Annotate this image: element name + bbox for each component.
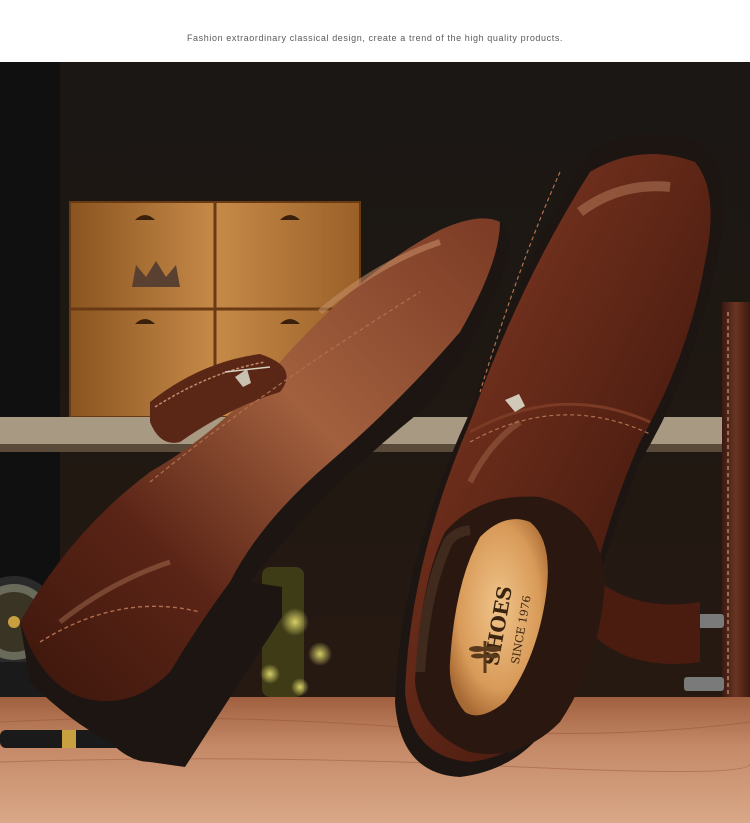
header-banner: Fashion extraordinary classical design, … bbox=[0, 0, 750, 62]
product-photo: SHOES SINCE 1976 bbox=[0, 62, 750, 823]
tagline-text: Fashion extraordinary classical design, … bbox=[186, 33, 564, 43]
